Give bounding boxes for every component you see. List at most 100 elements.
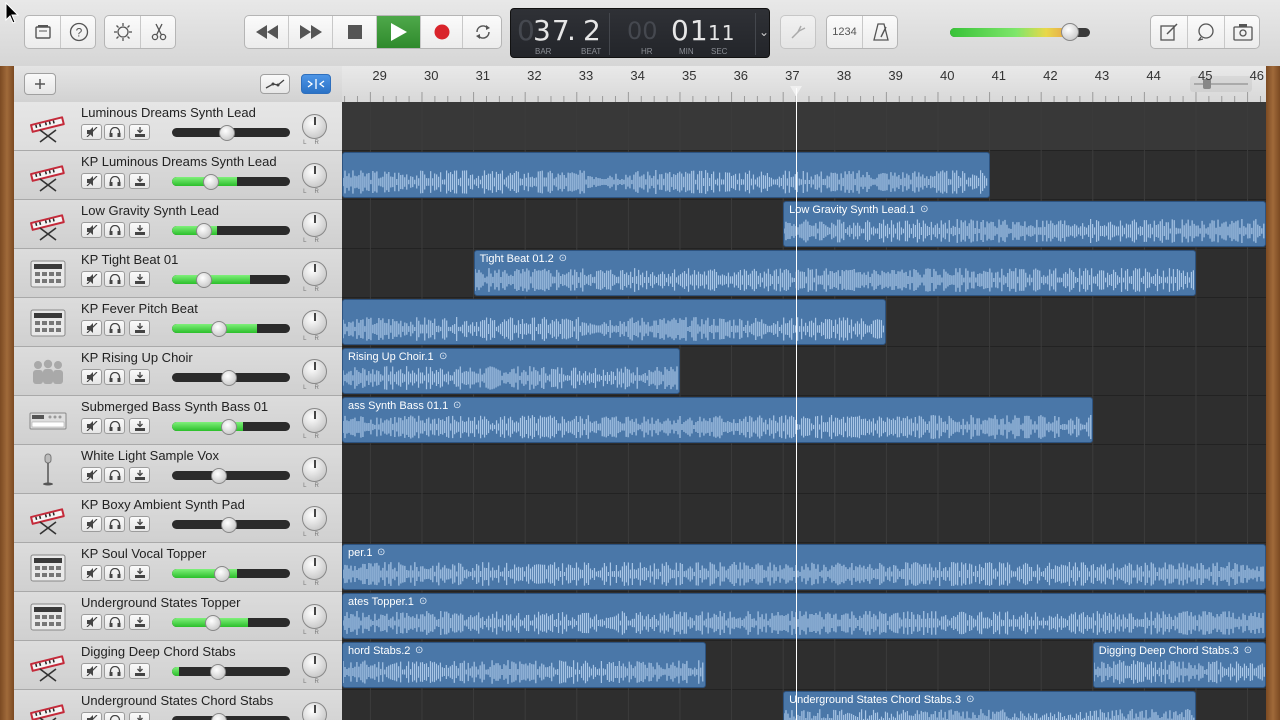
mute-button[interactable] xyxy=(81,173,102,189)
pan-knob[interactable] xyxy=(302,702,327,720)
pan-knob[interactable] xyxy=(302,457,327,482)
volume-slider[interactable] xyxy=(172,471,290,480)
volume-knob[interactable] xyxy=(211,468,227,484)
input-monitor-button[interactable] xyxy=(129,320,150,336)
solo-button[interactable] xyxy=(104,516,125,532)
audio-region[interactable]: Digging Deep Chord Stabs.3 ⊙ xyxy=(1092,642,1266,688)
input-monitor-button[interactable] xyxy=(129,565,150,581)
pan-knob[interactable] xyxy=(302,261,327,286)
input-monitor-button[interactable] xyxy=(129,222,150,238)
track-header[interactable]: KP Soul Vocal Topper LR xyxy=(14,543,342,592)
track-header[interactable]: KP Rising Up Choir LR xyxy=(14,347,342,396)
volume-knob[interactable] xyxy=(210,664,226,680)
count-in-button[interactable]: 1234 xyxy=(827,16,862,48)
mute-button[interactable] xyxy=(81,369,102,385)
track-header[interactable]: Digging Deep Chord Stabs LR xyxy=(14,641,342,690)
audio-region[interactable]: Tight Beat 01.2 ⊙ xyxy=(473,250,1196,296)
input-monitor-button[interactable] xyxy=(129,663,150,679)
input-monitor-button[interactable] xyxy=(129,418,150,434)
track-header[interactable]: KP Fever Pitch Beat LR xyxy=(14,298,342,347)
pan-knob[interactable] xyxy=(302,212,327,237)
audio-region[interactable]: ass Synth Bass 01.1 ⊙ xyxy=(342,397,1093,443)
editors-button[interactable] xyxy=(141,16,176,48)
cycle-button[interactable] xyxy=(463,16,502,48)
master-volume-knob[interactable] xyxy=(1061,23,1079,41)
pan-knob[interactable] xyxy=(302,114,327,139)
track-header[interactable]: Luminous Dreams Synth Lead LR xyxy=(14,102,342,151)
audio-region[interactable]: Rising Up Choir.1 ⊙ xyxy=(342,348,680,394)
volume-knob[interactable] xyxy=(214,566,230,582)
volume-knob[interactable] xyxy=(211,713,227,720)
audio-region[interactable]: hord Stabs.2 ⊙ xyxy=(342,642,706,688)
volume-knob[interactable] xyxy=(196,223,212,239)
pan-knob[interactable] xyxy=(302,310,327,335)
mute-button[interactable] xyxy=(81,516,102,532)
volume-slider[interactable] xyxy=(172,667,290,676)
smart-controls-button[interactable] xyxy=(105,16,140,48)
audio-region[interactable]: Low Gravity Synth Lead.1 ⊙ xyxy=(783,201,1266,247)
track-header[interactable]: KP Luminous Dreams Synth Lead LR xyxy=(14,151,342,200)
input-monitor-button[interactable] xyxy=(129,614,150,630)
catch-playhead-button[interactable] xyxy=(301,74,331,94)
solo-button[interactable] xyxy=(104,369,125,385)
input-monitor-button[interactable] xyxy=(129,712,150,720)
solo-button[interactable] xyxy=(104,222,125,238)
track-header[interactable]: White Light Sample Vox LR xyxy=(14,445,342,494)
volume-slider[interactable] xyxy=(172,716,290,720)
volume-slider[interactable] xyxy=(172,226,290,235)
mute-button[interactable] xyxy=(81,467,102,483)
audio-region[interactable] xyxy=(342,299,887,345)
volume-slider[interactable] xyxy=(172,177,290,186)
mute-button[interactable] xyxy=(81,418,102,434)
track-header[interactable]: KP Tight Beat 01 LR xyxy=(14,249,342,298)
solo-button[interactable] xyxy=(104,124,125,140)
library-button[interactable] xyxy=(25,16,60,48)
audio-region[interactable]: Underground States Chord Stabs.3 ⊙ xyxy=(783,691,1196,720)
tracks-area[interactable]: 29 30 31 32 33 34 35 36 37 38 39 40 41 42 43 44 45 46 Low… xyxy=(342,66,1266,720)
track-header[interactable]: KP Boxy Ambient Synth Pad LR xyxy=(14,494,342,543)
record-button[interactable] xyxy=(421,16,462,48)
pan-knob[interactable] xyxy=(302,163,327,188)
audio-region[interactable]: per.1 ⊙ xyxy=(342,544,1266,590)
tuner-button[interactable] xyxy=(780,15,816,49)
volume-knob[interactable] xyxy=(221,517,237,533)
mute-button[interactable] xyxy=(81,614,102,630)
loop-browser-button[interactable] xyxy=(1188,16,1224,48)
metronome-button[interactable] xyxy=(863,16,898,48)
fast-forward-button[interactable] xyxy=(289,16,332,48)
track-header[interactable]: Submerged Bass Synth Bass 01 LR xyxy=(14,396,342,445)
volume-knob[interactable] xyxy=(203,174,219,190)
track-header[interactable]: Underground States Chord StabsLR xyxy=(14,690,342,720)
solo-button[interactable] xyxy=(104,565,125,581)
input-monitor-button[interactable] xyxy=(129,124,150,140)
lcd-display[interactable]: 0 37 . 2 BAR BEAT 00 01 11 HR MIN SEC ⌄ xyxy=(510,8,770,58)
volume-knob[interactable] xyxy=(221,370,237,386)
solo-button[interactable] xyxy=(104,418,125,434)
volume-slider[interactable] xyxy=(172,618,290,627)
play-button[interactable] xyxy=(377,16,420,48)
add-track-button[interactable] xyxy=(24,73,56,95)
pan-knob[interactable] xyxy=(302,506,327,531)
notepad-button[interactable] xyxy=(1151,16,1187,48)
solo-button[interactable] xyxy=(104,614,125,630)
input-monitor-button[interactable] xyxy=(129,369,150,385)
input-monitor-button[interactable] xyxy=(129,271,150,287)
mute-button[interactable] xyxy=(81,222,102,238)
master-volume-slider[interactable] xyxy=(950,23,1090,41)
input-monitor-button[interactable] xyxy=(129,173,150,189)
mute-button[interactable] xyxy=(81,320,102,336)
volume-knob[interactable] xyxy=(211,321,227,337)
solo-button[interactable] xyxy=(104,320,125,336)
volume-knob[interactable] xyxy=(221,419,237,435)
stop-button[interactable] xyxy=(333,16,376,48)
solo-button[interactable] xyxy=(104,712,125,720)
help-button[interactable]: ? xyxy=(61,16,96,48)
rewind-button[interactable] xyxy=(245,16,288,48)
pan-knob[interactable] xyxy=(302,653,327,678)
solo-button[interactable] xyxy=(104,467,125,483)
audio-region[interactable] xyxy=(342,152,990,198)
input-monitor-button[interactable] xyxy=(129,516,150,532)
volume-knob[interactable] xyxy=(205,615,221,631)
audio-region[interactable]: ates Topper.1 ⊙ xyxy=(342,593,1266,639)
input-monitor-button[interactable] xyxy=(129,467,150,483)
